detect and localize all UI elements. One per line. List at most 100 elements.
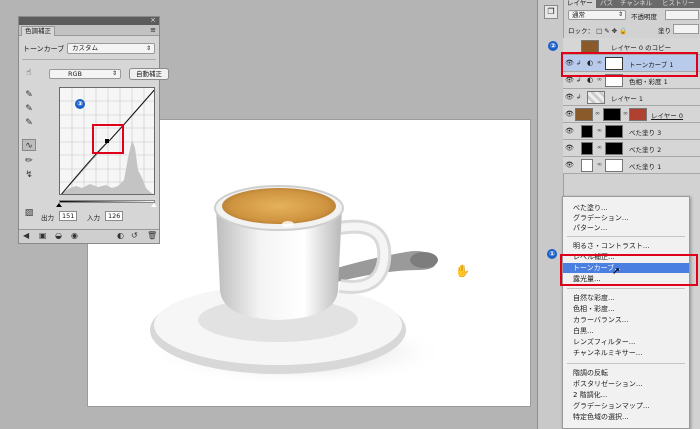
opacity-field[interactable] <box>665 10 699 20</box>
tab-layers[interactable]: レイヤー <box>564 0 596 8</box>
clipping-icon[interactable]: ▨ <box>22 207 36 219</box>
lock-label-text: ロック： <box>568 27 594 35</box>
chain-icon[interactable]: ∞ <box>597 161 602 168</box>
chevron-down-icon: ⇕ <box>111 70 117 77</box>
gray-point-eyedropper-icon[interactable]: ✎ <box>22 103 36 115</box>
menu-item-pattern[interactable]: パターン... <box>563 223 689 233</box>
menu-item-color-balance[interactable]: カラーバランス... <box>563 315 689 325</box>
tab-paths[interactable]: パス <box>600 0 613 8</box>
curve-label: トーンカーブ <box>23 45 65 53</box>
panel-tabbar: 色調補正 ≡ <box>19 25 159 36</box>
smooth-icon[interactable]: ↯ <box>22 169 36 181</box>
layer-thumbnail <box>575 108 593 121</box>
menu-item-brightness-contrast[interactable]: 明るさ・コントラスト... <box>563 241 689 251</box>
menu-item-vibrance[interactable]: 自然な彩度... <box>563 293 689 303</box>
curve-point-tool-icon[interactable]: ∿ <box>22 139 36 151</box>
layer-name: べた塗り 2 <box>629 146 662 154</box>
vector-mask-thumbnail <box>629 108 647 121</box>
layers-dock-icon[interactable]: ❐ <box>544 5 558 19</box>
visibility-eye-icon[interactable]: 👁 <box>565 93 574 101</box>
visibility-eye-icon[interactable]: 👁 <box>565 127 574 135</box>
menu-item-threshold[interactable]: 2 階調化... <box>563 390 689 400</box>
fill-color-swatch <box>581 159 593 172</box>
blend-mode-select[interactable]: 通常 ⇕ <box>568 10 626 20</box>
adjustment-layer-menu: べた塗り... グラデーション... パターン... 明るさ・コントラスト...… <box>562 196 690 429</box>
reset-icon[interactable]: ↺ <box>131 231 138 240</box>
black-point-eyedropper-icon[interactable]: ✎ <box>22 89 36 101</box>
layer-mask-thumbnail <box>605 159 623 172</box>
pencil-icon[interactable]: ✏ <box>22 155 36 167</box>
layer-name: べた塗り 1 <box>629 163 662 171</box>
menu-item-gradient[interactable]: グラデーション... <box>563 213 689 223</box>
visibility-eye-icon[interactable]: 👁 <box>565 161 574 169</box>
menu-item-photo-filter[interactable]: レンズフィルター... <box>563 337 689 347</box>
visibility-eye-icon[interactable]: 👁 <box>565 144 574 152</box>
chain-icon[interactable]: ∞ <box>597 144 602 151</box>
back-arrow-icon[interactable]: ◀ <box>23 231 29 240</box>
menu-separator <box>567 363 685 364</box>
auto-button[interactable]: 自動補正 <box>129 68 169 80</box>
fill-field[interactable] <box>673 24 699 34</box>
menu-item-invert[interactable]: 階調の反転 <box>563 368 689 378</box>
panel-titlebar[interactable]: × <box>19 16 159 25</box>
close-icon[interactable]: × <box>150 16 156 24</box>
opacity-label: 不透明度 <box>631 13 657 21</box>
layer-row[interactable]: 👁 ∞ ∞ レイヤー 0 <box>563 106 700 123</box>
step-badge-1: ① <box>547 249 557 259</box>
panel-menu-icon[interactable]: ≡ <box>150 26 156 34</box>
layer-row[interactable]: 👁 ∞ べた塗り 1 <box>563 157 700 174</box>
curve-point[interactable] <box>105 139 109 143</box>
menu-item-black-white[interactable]: 白黒... <box>563 326 689 336</box>
channel-select[interactable]: RGB ⇕ <box>49 69 121 79</box>
fill-label: 塗り <box>658 27 671 35</box>
clip-icon: ↲ <box>576 93 582 101</box>
visibility-eye-icon[interactable]: 👁 <box>565 76 574 84</box>
visibility-eye-icon[interactable]: 👁 <box>565 110 574 118</box>
preset-select[interactable]: カスタム ⇕ <box>67 43 155 54</box>
menu-item-solid-color[interactable]: べた塗り... <box>563 203 689 213</box>
menu-item-gradient-map[interactable]: グラデーションマップ... <box>563 401 689 411</box>
tab-history[interactable]: ヒストリー <box>662 0 695 8</box>
menu-separator <box>567 236 685 237</box>
input-field[interactable]: 126 <box>105 211 123 221</box>
black-point-slider[interactable] <box>56 203 62 207</box>
channel-value: RGB <box>68 70 83 78</box>
expand-view-icon[interactable]: ▣ <box>39 231 47 240</box>
fill-color-swatch <box>581 142 593 155</box>
chain-icon[interactable]: ∞ <box>597 76 602 83</box>
layer-row[interactable]: 👁 ∞ べた塗り 3 <box>563 123 700 140</box>
input-label: 入力 <box>87 214 100 222</box>
output-field[interactable]: 151 <box>59 211 77 221</box>
on-image-adjust-icon[interactable]: ☝ <box>22 67 36 79</box>
panel-footer: ◀ ▣ ◒ ◉ ◐ ↺ 🗑 <box>19 229 159 243</box>
input-gradient-bar <box>59 200 155 203</box>
menu-item-selective-color[interactable]: 特定色域の選択... <box>563 412 689 422</box>
white-point-slider[interactable] <box>151 203 157 207</box>
layer-name: レイヤー 1 <box>611 95 644 103</box>
layer-thumbnail <box>587 91 605 104</box>
menu-item-channel-mixer[interactable]: チャンネルミキサー... <box>563 348 689 358</box>
chain-icon[interactable]: ∞ <box>623 110 628 117</box>
white-point-eyedropper-icon[interactable]: ✎ <box>22 117 36 129</box>
trash-icon[interactable]: 🗑 <box>147 231 157 240</box>
clip-to-layer-icon[interactable]: ◒ <box>55 231 62 240</box>
layer-row[interactable]: 👁 ∞ べた塗り 2 <box>563 140 700 157</box>
visibility-eye-icon[interactable]: ◉ <box>71 231 78 240</box>
chain-icon[interactable]: ∞ <box>597 127 602 134</box>
layer-name: レイヤー 0 <box>651 112 684 120</box>
tab-adjustments[interactable]: 色調補正 <box>21 26 55 36</box>
arrow-cursor-icon: ➚ <box>612 266 621 277</box>
hue-saturation-icon: ◐ <box>587 76 594 84</box>
hand-cursor-icon: ✋ <box>455 264 470 278</box>
menu-item-posterize[interactable]: ポスタリゼーション... <box>563 379 689 389</box>
lock-icons[interactable]: □ ✎ ✥ 🔒 <box>596 27 627 35</box>
menu-item-hue-saturation[interactable]: 色相・彩度... <box>563 304 689 314</box>
adjustments-panel: × 色調補正 ≡ トーンカーブ カスタム ⇕ ☝ RGB ⇕ 自動補正 ✎ ✎ … <box>18 16 169 244</box>
layer-row[interactable]: 👁 ↲ レイヤー 1 <box>563 89 700 106</box>
tab-channels[interactable]: チャンネル <box>620 0 652 8</box>
chain-icon[interactable]: ∞ <box>595 110 600 117</box>
step-badge-3: ③ <box>75 99 85 109</box>
fill-color-swatch <box>581 125 593 138</box>
previous-state-icon[interactable]: ◐ <box>117 231 124 240</box>
menu-separator <box>567 288 685 289</box>
